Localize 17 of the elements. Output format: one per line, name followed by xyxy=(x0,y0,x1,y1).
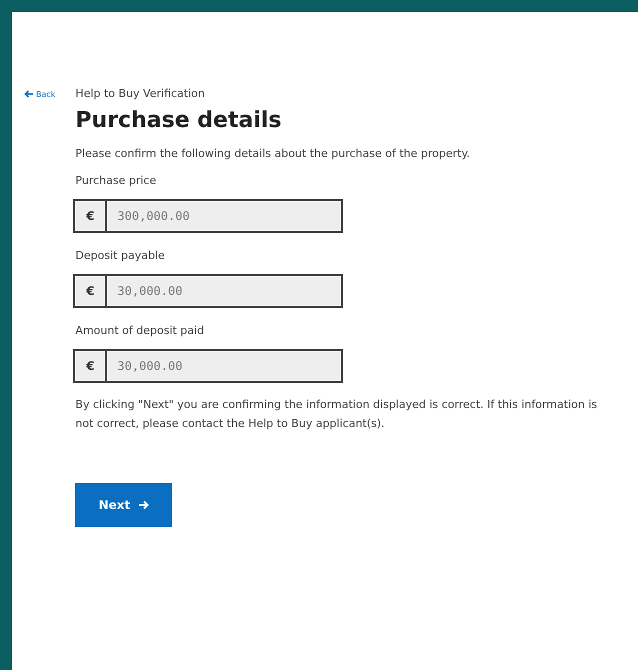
amount-input[interactable]: 300,000.00 xyxy=(105,199,344,233)
currency-symbol: € xyxy=(73,199,106,233)
field-label: Deposit payable xyxy=(75,249,166,262)
breadcrumb: Help to Buy Verification xyxy=(75,87,206,100)
arrow-right-icon xyxy=(138,500,150,510)
field-label: Amount of deposit paid xyxy=(75,324,206,337)
currency-symbol: € xyxy=(73,349,106,383)
next-button[interactable]: Next xyxy=(75,483,172,527)
currency-symbol: € xyxy=(73,274,106,308)
page-title: Purchase details xyxy=(75,108,282,133)
disclaimer-text: By clicking "Next" you are confirming the information displayed is correct. If this information is not correct, please contact the Help to Buy applicant(s). xyxy=(75,397,598,432)
intro-text: Please confirm the following details about the purchase of the property. xyxy=(75,147,471,160)
arrow-left-icon xyxy=(24,90,34,98)
field-label: Purchase price xyxy=(75,174,158,187)
amount-input[interactable]: 30,000.00 xyxy=(105,349,344,383)
amount-input[interactable]: 30,000.00 xyxy=(105,274,344,308)
back-link[interactable]: Back xyxy=(24,87,56,101)
